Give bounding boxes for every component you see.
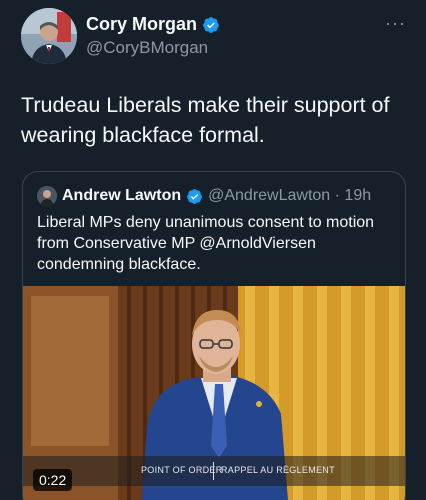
quoted-tweet-header: Andrew Lawton @AndrewLawton · 19h [37,186,371,206]
quoted-display-name[interactable]: Andrew Lawton [62,187,181,205]
author-name-block: Cory Morgan @CoryBMorgan [86,14,220,58]
tweet-text: Trudeau Liberals make their support of w… [21,93,390,147]
quoted-video[interactable]: POINT OF ORDER RAPPEL AU RÈGLEMENT 0:22 [23,286,405,500]
quoted-handle-time[interactable]: @AndrewLawton · 19h [208,187,371,205]
video-lower-third: POINT OF ORDER RAPPEL AU RÈGLEMENT [23,456,405,486]
lower-third-label-fr: RAPPEL AU RÈGLEMENT [221,465,335,475]
author-avatar-image [21,8,77,64]
lower-third-divider [213,462,214,480]
quoted-tweet-card[interactable]: Andrew Lawton @AndrewLawton · 19h Libera… [22,171,406,500]
author-display-name[interactable]: Cory Morgan [86,14,197,35]
author-handle[interactable]: @CoryBMorgan [86,38,220,58]
video-duration-badge: 0:22 [33,469,73,491]
quoted-verified-badge-icon [187,188,203,204]
lower-third-label-en: POINT OF ORDER [141,465,223,475]
verified-badge-icon [203,16,219,33]
more-options-icon[interactable]: ··· [385,14,406,32]
quoted-tweet-text: Liberal MPs deny unanimous consent to mo… [37,214,375,273]
quoted-author-avatar[interactable] [37,186,57,206]
quoted-avatar-image [37,186,57,206]
author-avatar[interactable] [21,8,77,64]
